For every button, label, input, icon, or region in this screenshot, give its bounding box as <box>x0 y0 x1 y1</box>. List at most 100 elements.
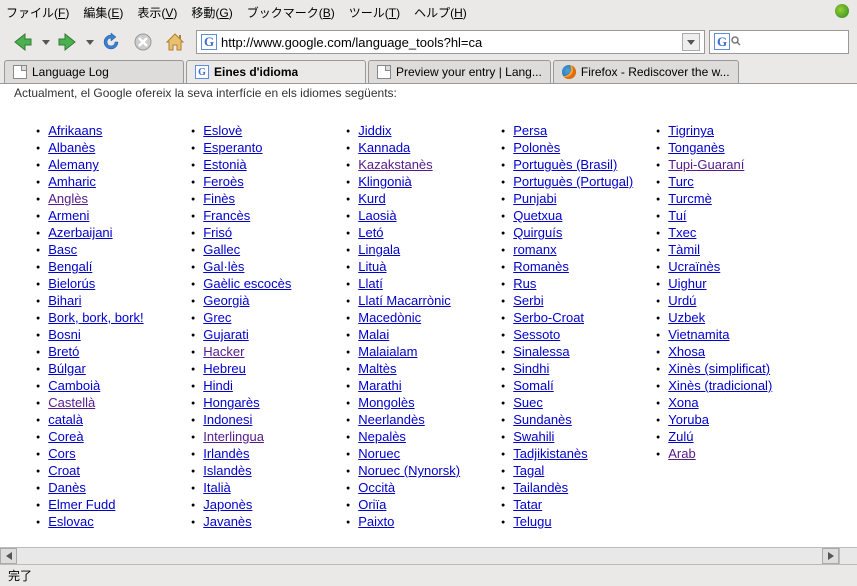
language-link[interactable]: Rus <box>513 276 536 291</box>
language-link[interactable]: Tadjikistanès <box>513 446 587 461</box>
language-link[interactable]: Macedònic <box>358 310 421 325</box>
language-link[interactable]: Polonès <box>513 140 560 155</box>
language-link[interactable]: Laosià <box>358 208 396 223</box>
back-button[interactable] <box>8 27 38 57</box>
language-link[interactable]: Feroès <box>203 174 243 189</box>
language-link[interactable]: Uighur <box>668 276 706 291</box>
stop-button[interactable] <box>128 27 158 57</box>
language-link[interactable]: Malai <box>358 327 389 342</box>
language-link[interactable]: Gal·lès <box>203 259 244 274</box>
scroll-right-button[interactable] <box>822 548 839 564</box>
reload-button[interactable] <box>96 27 126 57</box>
menu-bookmarks[interactable]: ブックマーク(B) <box>247 4 335 21</box>
language-link[interactable]: Xinès (simplificat) <box>668 361 770 376</box>
language-link[interactable]: Bengalí <box>48 259 92 274</box>
language-link[interactable]: Turc <box>668 174 694 189</box>
language-link[interactable]: Elmer Fudd <box>48 497 115 512</box>
language-link[interactable]: Urdú <box>668 293 696 308</box>
language-link[interactable]: Alemany <box>48 157 99 172</box>
language-link[interactable]: Georgià <box>203 293 249 308</box>
language-link[interactable]: Afrikaans <box>48 123 102 138</box>
language-link[interactable]: Swahili <box>513 429 554 444</box>
language-link[interactable]: Tuí <box>668 208 686 223</box>
language-link[interactable]: Gujarati <box>203 327 249 342</box>
language-link[interactable]: Grec <box>203 310 231 325</box>
language-link[interactable]: Arab <box>668 446 695 461</box>
language-link[interactable]: Sindhi <box>513 361 549 376</box>
language-link[interactable]: Llatí <box>358 276 383 291</box>
language-link[interactable]: Irlandès <box>203 446 249 461</box>
language-link[interactable]: Tupi-Guaraní <box>668 157 744 172</box>
menu-file[interactable]: ファイル(F) <box>6 4 69 21</box>
tab-1[interactable]: GEines d'idioma <box>186 60 366 83</box>
tab-2[interactable]: Preview your entry | Lang... <box>368 60 551 83</box>
language-link[interactable]: Bosni <box>48 327 81 342</box>
language-link[interactable]: Javanès <box>203 514 251 529</box>
language-link[interactable]: Lituà <box>358 259 386 274</box>
menu-view[interactable]: 表示(V) <box>137 4 177 21</box>
language-link[interactable]: Tagal <box>513 463 544 478</box>
language-link[interactable]: Marathi <box>358 378 401 393</box>
language-link[interactable]: Portuguès (Portugal) <box>513 174 633 189</box>
language-link[interactable]: Letó <box>358 225 383 240</box>
scroll-track-horizontal[interactable] <box>17 548 822 564</box>
language-link[interactable]: Basc <box>48 242 77 257</box>
language-link[interactable]: Bihari <box>48 293 81 308</box>
language-link[interactable]: Klingonià <box>358 174 412 189</box>
language-link[interactable]: Francès <box>203 208 250 223</box>
language-link[interactable]: romanx <box>513 242 556 257</box>
language-link[interactable]: Uzbek <box>668 310 705 325</box>
language-link[interactable]: Sundanès <box>513 412 572 427</box>
search-input[interactable] <box>741 32 844 52</box>
language-link[interactable]: Hacker <box>203 344 244 359</box>
language-link[interactable]: Maltès <box>358 361 396 376</box>
language-link[interactable]: Llatí Macarrònic <box>358 293 450 308</box>
language-link[interactable]: Armeni <box>48 208 89 223</box>
back-history-dropdown[interactable] <box>40 40 52 45</box>
language-link[interactable]: Jiddix <box>358 123 391 138</box>
language-link[interactable]: Suec <box>513 395 543 410</box>
language-link[interactable]: Danès <box>48 480 86 495</box>
tab-3[interactable]: Firefox - Rediscover the w... <box>553 60 739 83</box>
language-link[interactable]: Somalí <box>513 378 553 393</box>
tab-0[interactable]: Language Log <box>4 60 184 83</box>
language-link[interactable]: Occità <box>358 480 395 495</box>
language-link[interactable]: Txec <box>668 225 696 240</box>
language-link[interactable]: Búlgar <box>48 361 86 376</box>
language-link[interactable]: Vietnamita <box>668 327 729 342</box>
url-input[interactable] <box>221 32 682 52</box>
language-link[interactable]: Tigrinya <box>668 123 714 138</box>
language-link[interactable]: Estonià <box>203 157 246 172</box>
language-link[interactable]: Persa <box>513 123 547 138</box>
language-link[interactable]: Finès <box>203 191 235 206</box>
home-button[interactable] <box>160 27 190 57</box>
language-link[interactable]: Esperanto <box>203 140 262 155</box>
language-link[interactable]: Lingala <box>358 242 400 257</box>
language-link[interactable]: Islandès <box>203 463 251 478</box>
language-link[interactable]: Turcmè <box>668 191 712 206</box>
language-link[interactable]: Bretó <box>48 344 79 359</box>
horizontal-scrollbar[interactable] <box>0 547 839 564</box>
language-link[interactable]: Punjabi <box>513 191 556 206</box>
language-link[interactable]: Amharic <box>48 174 96 189</box>
language-link[interactable]: Croat <box>48 463 80 478</box>
language-link[interactable]: Kurd <box>358 191 385 206</box>
url-dropdown-button[interactable] <box>682 33 700 51</box>
language-link[interactable]: Camboià <box>48 378 100 393</box>
language-link[interactable]: Gaèlic escocès <box>203 276 291 291</box>
language-link[interactable]: Azerbaijani <box>48 225 112 240</box>
language-link[interactable]: Oriïa <box>358 497 386 512</box>
language-link[interactable]: Eslovac <box>48 514 94 529</box>
language-link[interactable]: Noruec (Nynorsk) <box>358 463 460 478</box>
search-bar[interactable]: G <box>709 30 849 54</box>
language-link[interactable]: Quirguís <box>513 225 562 240</box>
language-link[interactable]: Kazakstanès <box>358 157 432 172</box>
url-bar[interactable]: G <box>196 30 705 54</box>
language-link[interactable]: Indonesi <box>203 412 252 427</box>
language-link[interactable]: Tailandès <box>513 480 568 495</box>
language-link[interactable]: Interlingua <box>203 429 264 444</box>
menu-edit[interactable]: 編集(E) <box>83 4 123 21</box>
language-link[interactable]: Hebreu <box>203 361 246 376</box>
language-link[interactable]: Hongarès <box>203 395 259 410</box>
language-link[interactable]: Italià <box>203 480 230 495</box>
